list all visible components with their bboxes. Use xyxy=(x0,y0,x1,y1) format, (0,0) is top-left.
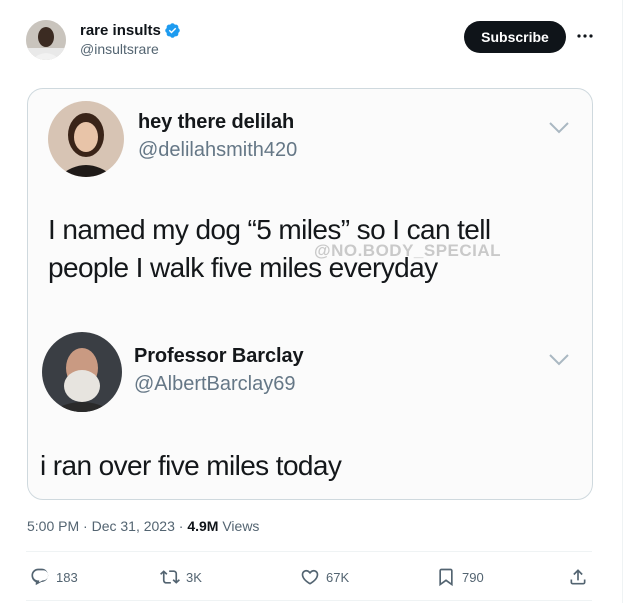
share-button[interactable] xyxy=(568,562,588,592)
repost-count: 3K xyxy=(186,569,202,585)
reply-count: 183 xyxy=(56,569,78,585)
bookmark-button[interactable]: 790 xyxy=(436,562,484,592)
author-name[interactable]: rare insults xyxy=(80,22,161,39)
delilah-handle: @delilahsmith420 xyxy=(138,139,298,161)
subscribe-button[interactable]: Subscribe xyxy=(464,21,566,53)
author-info: rare insults @insultsrare xyxy=(80,22,181,57)
like-button[interactable]: 67K xyxy=(300,562,349,592)
repost-button[interactable]: 3K xyxy=(160,562,202,592)
tweet-time[interactable]: 5:00 PM xyxy=(27,518,83,534)
share-icon xyxy=(570,569,586,585)
barclay-avatar xyxy=(42,332,122,412)
repost-icon xyxy=(160,570,180,584)
barclay-text: i ran over five miles today xyxy=(40,450,342,481)
reply-button[interactable]: 183 xyxy=(30,562,78,592)
chevron-down-icon xyxy=(549,122,569,134)
watermark: @NO.BODY_SPECIAL xyxy=(314,241,502,260)
like-count: 67K xyxy=(326,569,350,585)
views-label: Views xyxy=(222,518,260,534)
chevron-down-icon xyxy=(549,354,569,366)
bookmark-count: 790 xyxy=(462,569,484,585)
more-options-icon[interactable] xyxy=(574,26,596,46)
barclay-handle: @AlbertBarclay69 xyxy=(134,373,296,395)
delilah-name: hey there delilah xyxy=(138,111,295,133)
separator: · xyxy=(83,518,92,534)
views-count: 4.9M xyxy=(187,518,223,534)
tweet-meta: 5:00 PM · Dec 31, 2023 · 4.9M Views xyxy=(27,518,259,534)
verified-badge-icon xyxy=(164,22,181,39)
delilah-avatar xyxy=(48,101,124,177)
author-handle[interactable]: @insultsrare xyxy=(80,41,181,57)
tweet-date[interactable]: Dec 31, 2023 xyxy=(92,518,179,534)
bookmark-icon xyxy=(439,568,453,587)
divider xyxy=(26,600,592,601)
author-avatar[interactable] xyxy=(26,20,66,60)
action-bar: 183 3K 67K 790 xyxy=(26,562,592,592)
tweet-media-image[interactable]: hey there delilah @delilahsmith420 I nam… xyxy=(27,88,593,500)
barclay-name: Professor Barclay xyxy=(134,345,304,367)
reply-icon xyxy=(31,568,49,586)
divider xyxy=(26,551,592,552)
tweet-header: rare insults @insultsrare Subscribe xyxy=(26,20,606,64)
tweet-detail: rare insults @insultsrare Subscribe hey … xyxy=(0,0,623,603)
heart-icon xyxy=(301,569,319,585)
